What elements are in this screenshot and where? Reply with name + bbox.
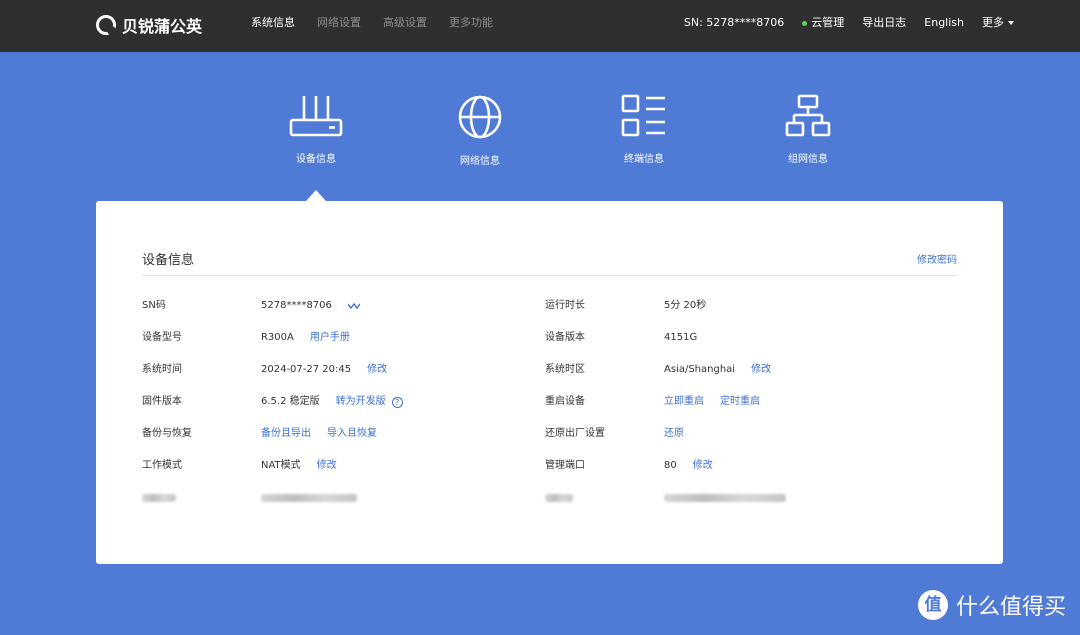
info-row-system-time: 系统时间 2024-07-27 20:45 修改 (142, 362, 522, 378)
logo-icon (96, 15, 116, 35)
card-title: 设备信息 (142, 253, 195, 268)
category-networking-info[interactable]: 组网信息 (758, 94, 858, 165)
cloud-manage-label: 云管理 (811, 16, 845, 29)
user-manual-link[interactable]: 用户手册 (310, 330, 350, 346)
more-menu[interactable]: 更多 (982, 14, 1014, 30)
category-network-info[interactable]: 网络信息 (430, 94, 530, 167)
row-label: 工作模式 (142, 460, 182, 471)
sn-readout: SN: 5278****8706 (683, 15, 785, 29)
device-info-card: 设备信息 修改密码 SN码 5278****8706 设备型号 R300A 用户… (96, 201, 1003, 564)
info-row-factory-reset: 还原出厂设置 还原 (545, 426, 957, 442)
info-row-admin-port: 管理端口 80 修改 (545, 458, 957, 474)
info-row-firmware: 固件版本 6.5.2 稳定版 转为开发版 ? (142, 394, 522, 410)
row-value: R300A (261, 332, 294, 343)
signal-wave-icon[interactable] (347, 302, 360, 310)
row-label: 运行时长 (545, 300, 585, 311)
export-log-link[interactable]: 导出日志 (862, 14, 906, 30)
switch-dev-version-link[interactable]: 转为开发版 (336, 394, 386, 410)
info-row-redacted-right (545, 490, 957, 506)
factory-reset-link[interactable]: 还原 (664, 426, 684, 442)
redacted-label (545, 494, 573, 502)
import-restore-link[interactable]: 导入且恢复 (327, 426, 377, 442)
redacted-value (664, 494, 786, 502)
row-value: 80 (664, 460, 677, 471)
tab-network-settings[interactable]: 网络设置 (317, 14, 361, 30)
active-category-pointer (306, 190, 326, 201)
more-label: 更多 (982, 16, 1004, 29)
watermark-badge: 值 (917, 590, 948, 620)
row-value: 4151G (664, 332, 698, 343)
row-label: 重启设备 (545, 396, 585, 407)
category-terminal-info[interactable]: 终端信息 (594, 94, 694, 165)
scheduled-reboot-link[interactable]: 定时重启 (720, 394, 760, 410)
backup-export-link[interactable]: 备份且导出 (261, 426, 311, 442)
reboot-now-link[interactable]: 立即重启 (664, 394, 704, 410)
edit-timezone-link[interactable]: 修改 (751, 362, 771, 378)
nav-right: SN: 5278****8706 云管理 导出日志 English 更多 (684, 0, 1014, 44)
row-label: 管理端口 (545, 460, 585, 471)
row-value: 5278****8706 (261, 300, 332, 311)
tab-more-features[interactable]: 更多功能 (449, 14, 493, 30)
category-device-info[interactable]: 设备信息 (266, 94, 366, 165)
category-label: 组网信息 (788, 154, 828, 165)
row-value: 5分 20秒 (664, 300, 707, 311)
redacted-value (261, 494, 357, 502)
edit-mode-link[interactable]: 修改 (317, 458, 337, 474)
brand-logo[interactable]: 贝锐蒲公英 (96, 12, 202, 38)
list-icon (621, 94, 665, 137)
brand-name: 贝锐蒲公英 (122, 17, 203, 36)
row-label: 固件版本 (142, 396, 182, 407)
edit-time-link[interactable]: 修改 (367, 362, 387, 378)
change-password-link[interactable]: 修改密码 (917, 251, 957, 266)
globe-icon (458, 95, 502, 139)
row-label: 备份与恢复 (142, 428, 192, 439)
info-row-device-version: 设备版本 4151G (545, 330, 957, 346)
info-row-sn: SN码 5278****8706 (142, 298, 522, 314)
info-row-redacted (142, 490, 522, 506)
cloud-manage-link[interactable]: 云管理 (802, 14, 844, 30)
online-dot-icon (802, 20, 808, 26)
row-value: Asia/Shanghai (664, 364, 736, 375)
row-label: 设备型号 (142, 332, 182, 343)
info-row-work-mode: 工作模式 NAT模式 修改 (142, 458, 522, 474)
row-label: 系统时区 (545, 364, 585, 375)
row-value: 6.5.2 稳定版 (261, 396, 320, 407)
language-switch[interactable]: English (924, 16, 964, 29)
help-icon[interactable]: ? (391, 396, 403, 408)
row-value: NAT模式 (261, 460, 301, 471)
top-bar: 贝锐蒲公英 系统信息 网络设置 高级设置 更多功能 SN: 5278****87… (0, 0, 1080, 52)
row-label: 设备版本 (545, 332, 585, 343)
tab-system-info[interactable]: 系统信息 (251, 14, 295, 30)
card-divider (142, 275, 957, 276)
row-value: 2024-07-27 20:45 (261, 364, 352, 375)
row-label: SN码 (142, 300, 166, 311)
watermark-text: 什么值得买 (955, 595, 1066, 620)
main-nav: 系统信息 网络设置 高级设置 更多功能 (251, 0, 493, 44)
redacted-label (142, 494, 176, 502)
row-label: 系统时间 (142, 364, 182, 375)
edit-port-link[interactable]: 修改 (693, 458, 713, 474)
info-row-backup: 备份与恢复 备份且导出 导入且恢复 (142, 426, 522, 442)
category-label: 设备信息 (296, 154, 336, 165)
info-row-model: 设备型号 R300A 用户手册 (142, 330, 522, 346)
caret-down-icon (1008, 21, 1014, 25)
row-label: 还原出厂设置 (545, 428, 605, 439)
topology-icon (785, 94, 831, 137)
info-row-uptime: 运行时长 5分 20秒 (545, 298, 957, 314)
info-row-timezone: 系统时区 Asia/Shanghai 修改 (545, 362, 957, 378)
tab-advanced-settings[interactable]: 高级设置 (383, 14, 427, 30)
category-label: 网络信息 (460, 156, 500, 167)
router-icon (289, 96, 343, 137)
watermark: 值 什么值得买 (917, 589, 1066, 621)
category-label: 终端信息 (624, 154, 664, 165)
info-row-reboot: 重启设备 立即重启 定时重启 (545, 394, 957, 410)
